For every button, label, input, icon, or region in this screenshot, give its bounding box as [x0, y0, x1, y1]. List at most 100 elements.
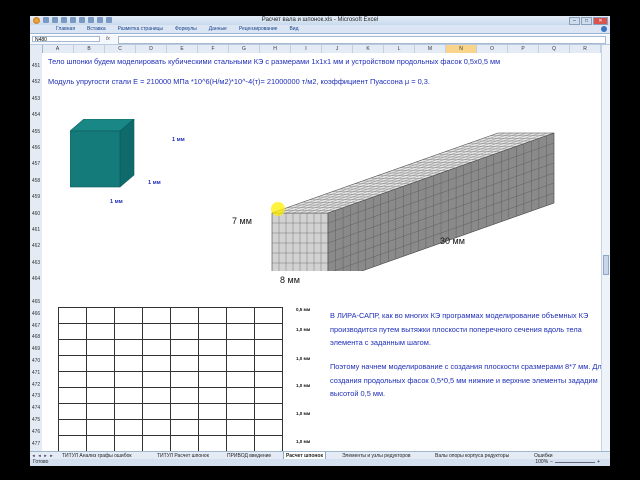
description-line-1: Тело шпонки будем моделировать кубически… — [48, 57, 501, 66]
tab-view[interactable]: Вид — [289, 26, 298, 32]
fx-icon[interactable]: fx — [106, 36, 110, 42]
column-header-n[interactable]: N — [446, 45, 477, 53]
grid-row — [58, 371, 283, 388]
row-header[interactable]: 477 — [30, 441, 42, 447]
ribbon-tabs: Главная Вставка Разметка страницы Формул… — [30, 25, 610, 34]
row-header[interactable]: 460 — [30, 211, 42, 217]
grid-cell — [254, 435, 283, 452]
maximize-icon[interactable]: □ — [581, 17, 592, 25]
row-header[interactable]: 456 — [30, 145, 42, 151]
grid-cell — [86, 387, 115, 404]
column-header-c[interactable]: C — [105, 45, 136, 53]
name-box[interactable]: N480 — [32, 36, 100, 43]
column-header-d[interactable]: D — [136, 45, 167, 53]
row-header[interactable]: 466 — [30, 311, 42, 317]
column-header-r[interactable]: R — [570, 45, 601, 53]
tab-data[interactable]: Данные — [209, 26, 227, 32]
fe-beam-mesh — [271, 132, 555, 271]
column-header-j[interactable]: J — [322, 45, 353, 53]
row-header[interactable]: 458 — [30, 178, 42, 184]
column-header-o[interactable]: O — [477, 45, 508, 53]
column-header-h[interactable]: H — [260, 45, 291, 53]
zoom-level[interactable]: 100% — [535, 460, 548, 465]
row-header[interactable]: 454 — [30, 112, 42, 118]
zoom-in-icon[interactable]: + — [597, 460, 600, 465]
worksheet[interactable]: Тело шпонки будем моделировать кубически… — [42, 53, 606, 452]
tab-review[interactable]: Рецензирование — [239, 26, 278, 32]
formula-input[interactable] — [118, 36, 606, 44]
grid-cell — [170, 435, 199, 452]
grid-row — [58, 323, 283, 340]
row-header[interactable]: 453 — [30, 96, 42, 102]
row-header[interactable]: 463 — [30, 260, 42, 266]
row-header[interactable]: 455 — [30, 129, 42, 135]
row-header[interactable]: 469 — [30, 346, 42, 352]
vertical-scrollbar[interactable] — [601, 45, 610, 451]
grid-cell — [226, 355, 255, 372]
column-header-l[interactable]: L — [384, 45, 415, 53]
minimize-icon[interactable]: – — [569, 17, 580, 25]
row-header[interactable]: 452 — [30, 79, 42, 85]
row-header[interactable]: 470 — [30, 358, 42, 364]
column-header-a[interactable]: A — [42, 45, 74, 53]
cube-label-side: 1 мм — [148, 180, 161, 186]
grid-cell — [142, 323, 171, 340]
row-header[interactable]: 474 — [30, 405, 42, 411]
tab-page-layout[interactable]: Разметка страницы — [118, 26, 163, 32]
row-header[interactable]: 465 — [30, 299, 42, 305]
column-header-m[interactable]: M — [415, 45, 446, 53]
window-controls: – □ ✕ — [569, 17, 608, 25]
row-header[interactable]: 473 — [30, 393, 42, 399]
zoom-out-icon[interactable]: − — [550, 460, 553, 465]
row-header[interactable]: 475 — [30, 417, 42, 423]
column-header-g[interactable]: G — [229, 45, 260, 53]
first-sheet-icon[interactable]: ◄ — [31, 453, 36, 458]
grid-cell — [254, 387, 283, 404]
status-bar: Готово 100% − + — [30, 459, 610, 466]
grid-cell — [198, 323, 227, 340]
zoom-slider[interactable] — [555, 462, 596, 463]
column-header-k[interactable]: K — [353, 45, 384, 53]
column-header-q[interactable]: Q — [539, 45, 570, 53]
grid-tick-label: 1,0 мм — [296, 411, 311, 416]
row-header[interactable]: 457 — [30, 161, 42, 167]
grid-cell — [58, 419, 87, 436]
tab-insert[interactable]: Вставка — [87, 26, 106, 32]
next-sheet-icon[interactable]: ► — [43, 453, 48, 458]
grid-cell — [142, 355, 171, 372]
help-icon[interactable] — [601, 26, 607, 32]
tab-formulas[interactable]: Формулы — [175, 26, 197, 32]
grid-cell — [198, 307, 227, 324]
grid-tick-label: 1,0 мм — [296, 327, 311, 332]
column-header-f[interactable]: F — [198, 45, 229, 53]
grid-cell — [142, 403, 171, 420]
column-header-i[interactable]: I — [291, 45, 322, 53]
grid-cell — [226, 339, 255, 356]
row-header[interactable]: 471 — [30, 370, 42, 376]
prev-sheet-icon[interactable]: ◄ — [37, 453, 42, 458]
column-header-e[interactable]: E — [167, 45, 198, 53]
title-bar: Расчет вала и шпонок.xls - Microsoft Exc… — [30, 16, 610, 25]
row-header[interactable]: 462 — [30, 243, 42, 249]
tab-home[interactable]: Главная — [56, 26, 75, 32]
row-header[interactable]: 472 — [30, 382, 42, 388]
row-header[interactable]: 451 — [30, 63, 42, 69]
grid-cell — [198, 355, 227, 372]
scrollbar-thumb[interactable] — [603, 255, 609, 275]
row-header[interactable]: 467 — [30, 323, 42, 329]
last-sheet-icon[interactable]: ► — [49, 453, 54, 458]
excel-window: Расчет вала и шпонок.xls - Microsoft Exc… — [30, 16, 610, 466]
column-header-b[interactable]: B — [74, 45, 105, 53]
grid-cell — [254, 339, 283, 356]
row-header[interactable]: 468 — [30, 334, 42, 340]
column-header-p[interactable]: P — [508, 45, 539, 53]
section-grid — [58, 307, 283, 452]
grid-cell — [58, 371, 87, 388]
cursor-highlight — [271, 202, 285, 216]
row-header[interactable]: 476 — [30, 429, 42, 435]
row-header[interactable]: 464 — [30, 276, 42, 282]
row-header[interactable]: 461 — [30, 227, 42, 233]
row-header[interactable]: 459 — [30, 194, 42, 200]
close-icon[interactable]: ✕ — [593, 17, 608, 25]
grid-cell — [226, 435, 255, 452]
